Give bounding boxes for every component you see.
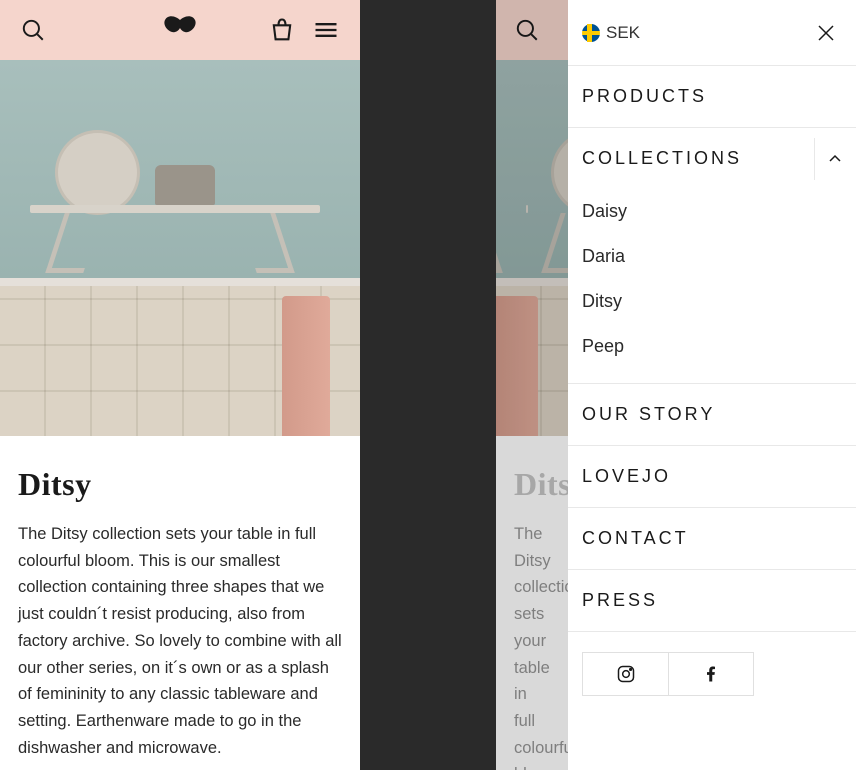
header-bar [496, 0, 568, 60]
instagram-link[interactable] [582, 652, 668, 696]
collections-sublist: Daisy Daria Ditsy Peep [568, 189, 856, 384]
article-content: Ditsy The Ditsy collection sets your tab… [0, 436, 360, 770]
article-title: Ditsy [18, 466, 342, 503]
nav-label: LOVEJO [582, 466, 671, 487]
nav-label: CONTACT [582, 528, 689, 549]
sub-item-ditsy[interactable]: Ditsy [568, 279, 856, 324]
menu-icon[interactable] [312, 16, 340, 44]
logo[interactable] [160, 14, 200, 47]
hero-image [496, 60, 568, 436]
article-title: Ditsy [514, 466, 550, 503]
close-icon[interactable] [816, 23, 836, 43]
sub-item-daisy[interactable]: Daisy [568, 189, 856, 234]
nav-item-collections[interactable]: COLLECTIONS [568, 128, 856, 189]
article-body: The Ditsy collection sets your table in … [514, 521, 550, 770]
nav-item-our-story[interactable]: OUR STORY [568, 384, 856, 446]
sub-item-peep[interactable]: Peep [568, 324, 856, 369]
nav-label: PRODUCTS [582, 86, 707, 107]
nav-label: COLLECTIONS [582, 148, 742, 169]
article-body: The Ditsy collection sets your table in … [18, 521, 342, 761]
header-bar [0, 0, 360, 60]
sub-item-daria[interactable]: Daria [568, 234, 856, 279]
facebook-link[interactable] [668, 652, 754, 696]
collapse-toggle[interactable] [814, 138, 856, 180]
currency-label: SEK [606, 23, 640, 43]
screen-normal: Ditsy The Ditsy collection sets your tab… [0, 0, 360, 770]
facebook-icon [701, 664, 721, 684]
social-links [568, 632, 856, 716]
search-icon[interactable] [20, 17, 46, 43]
currency-selector[interactable]: SEK [582, 23, 640, 43]
nav-item-products[interactable]: PRODUCTS [568, 66, 856, 128]
article-content: Ditsy The Ditsy collection sets your tab… [496, 436, 568, 770]
screen-drawer-open-bg: Ditsy The Ditsy collection sets your tab… [496, 0, 568, 770]
nav-drawer: SEK PRODUCTS COLLECTIONS Daisy Daria Dit… [568, 0, 856, 770]
nav-label: OUR STORY [582, 404, 715, 425]
chevron-up-icon [828, 152, 842, 166]
drawer-header: SEK [568, 0, 856, 66]
cart-icon[interactable] [268, 16, 296, 44]
flag-icon [582, 24, 600, 42]
nav-item-contact[interactable]: CONTACT [568, 508, 856, 570]
hero-image [0, 60, 360, 436]
nav-item-press[interactable]: PRESS [568, 570, 856, 632]
nav-label: PRESS [582, 590, 658, 611]
nav-item-lovejo[interactable]: LOVEJO [568, 446, 856, 508]
search-icon[interactable] [514, 17, 540, 43]
instagram-icon [616, 664, 636, 684]
screen-gap [360, 0, 496, 770]
